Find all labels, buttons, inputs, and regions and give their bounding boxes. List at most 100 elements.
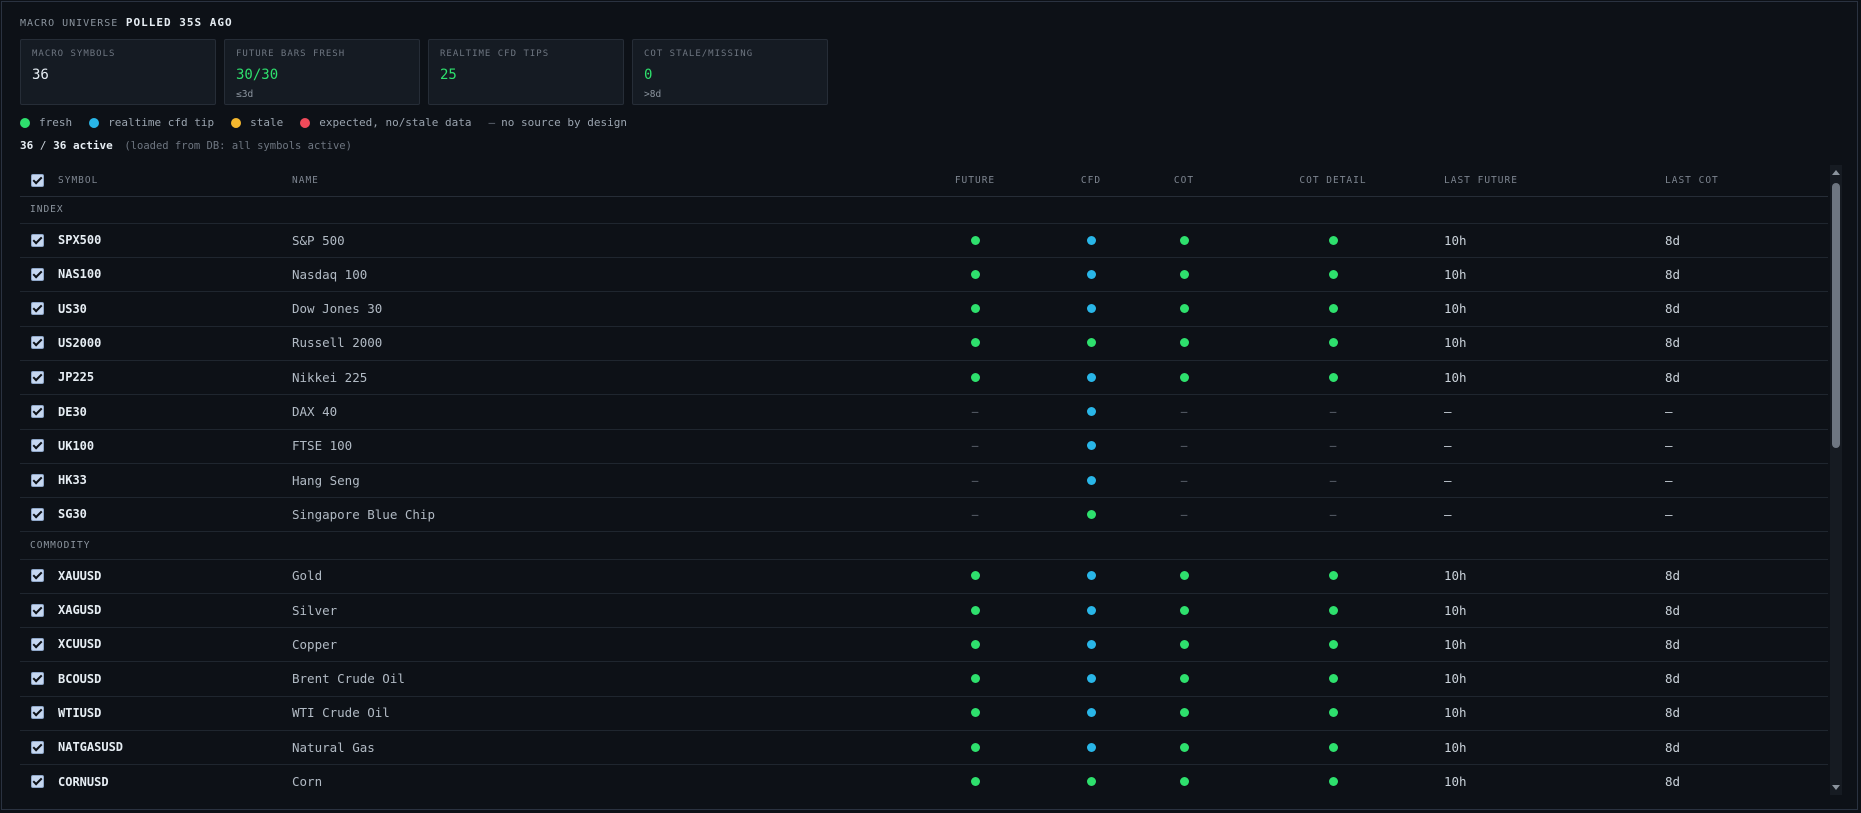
column-header[interactable]: LAST FUTURE	[1444, 165, 1644, 196]
row-checkbox[interactable]	[31, 395, 47, 429]
table-row[interactable]: NATGASUSD Natural Gas 10h 8d	[20, 730, 1828, 766]
no-source-dash-icon: —	[1180, 439, 1188, 453]
table-row[interactable]: HK33 Hang Seng — — — — —	[20, 463, 1828, 499]
name-cell: WTI Crude Oil	[292, 705, 390, 721]
column-header[interactable]: LAST COT	[1665, 165, 1825, 196]
scrollbar-thumb[interactable]	[1832, 183, 1840, 448]
table-row[interactable]: JP225 Nikkei 225 10h 8d	[20, 360, 1828, 396]
checkbox-checked-icon	[31, 672, 44, 686]
future-status-cell	[955, 593, 995, 627]
active-number: 36	[20, 139, 34, 152]
cfd-status-cell	[1071, 223, 1111, 257]
row-checkbox[interactable]	[31, 627, 47, 661]
name-cell: Nasdaq 100	[292, 266, 368, 282]
table-row[interactable]: NAS100 Nasdaq 100 10h 8d	[20, 257, 1828, 293]
cfd-status-dot-icon	[1086, 475, 1096, 485]
column-header[interactable]: COT DETAIL	[1253, 165, 1413, 196]
column-header[interactable]: NAME	[292, 165, 592, 196]
fresh-status-dot-icon	[1179, 269, 1189, 279]
cot-detail-status-cell	[1313, 696, 1353, 730]
name-cell: Gold	[292, 568, 323, 584]
checkbox-checked-icon	[31, 439, 44, 453]
fresh-status-dot-icon	[1328, 639, 1338, 649]
name-cell: Brent Crude Oil	[292, 671, 405, 687]
legend-item-missing: expected, no/stale data	[300, 116, 472, 129]
name-cell: Singapore Blue Chip	[292, 506, 435, 522]
row-checkbox[interactable]	[31, 662, 47, 696]
cot-status-cell	[1164, 257, 1204, 291]
checkbox-checked-icon	[31, 174, 44, 187]
table-row[interactable]: US30 Dow Jones 30 10h 8d	[20, 292, 1828, 327]
fresh-status-dot-icon	[1179, 742, 1189, 752]
table-row[interactable]: CORNUSD Corn 10h 8d	[20, 765, 1828, 796]
table-row[interactable]: UK100 FTSE 100 — — — — —	[20, 429, 1828, 464]
cot-status-cell	[1164, 765, 1204, 796]
total-number: 36	[53, 139, 67, 152]
column-header[interactable]: FUTURE	[915, 165, 1035, 196]
row-checkbox[interactable]	[31, 497, 47, 531]
row-checkbox[interactable]	[31, 429, 47, 463]
row-checkbox[interactable]	[31, 292, 47, 326]
card-value: 25	[440, 67, 457, 83]
cot-status-cell: —	[1164, 497, 1204, 531]
table-row[interactable]: SPX500 S&P 500 10h 8d	[20, 223, 1828, 258]
cot-detail-status-cell	[1313, 326, 1353, 360]
card-cot-stale-missing: COT STALE/MISSING 0 >8d	[632, 39, 828, 105]
fresh-status-dot-icon	[1328, 674, 1338, 684]
last-future-cell: —	[1444, 404, 1452, 419]
checkbox-checked-icon	[31, 405, 44, 418]
fresh-status-dot-icon	[1328, 304, 1338, 314]
row-checkbox[interactable]	[31, 257, 47, 291]
name-cell: Russell 2000	[292, 335, 383, 351]
checkbox-checked-icon	[31, 569, 44, 583]
table-row[interactable]: XAGUSD Silver 10h 8d	[20, 593, 1828, 628]
row-checkbox[interactable]	[31, 593, 47, 627]
fresh-status-dot-icon	[970, 639, 980, 649]
last-future-cell: 10h	[1444, 266, 1467, 282]
table-row[interactable]: XAUUSD Gold 10h 8d	[20, 559, 1828, 594]
table-row[interactable]: US2000 Russell 2000 10h 8d	[20, 326, 1828, 361]
cot-detail-status-cell	[1313, 223, 1353, 257]
legend-label: fresh	[39, 116, 73, 129]
fresh-status-dot-icon	[1328, 742, 1338, 752]
name-cell: Hang Seng	[292, 472, 360, 488]
row-checkbox[interactable]	[31, 463, 47, 497]
future-status-cell	[955, 662, 995, 696]
last-cot-cell: 8d	[1665, 568, 1681, 584]
symbols-table: SYMBOL NAME FUTURE CFD COT COT DETAIL LAST FUT…	[20, 165, 1828, 795]
no-source-dash-icon: —	[971, 405, 979, 418]
fresh-status-dot-icon	[1179, 338, 1189, 348]
table-row[interactable]: WTIUSD WTI Crude Oil 10h 8d	[20, 696, 1828, 731]
legend-item-stale: stale	[231, 116, 283, 129]
last-future-cell: 10h	[1444, 774, 1467, 789]
future-status-cell	[955, 627, 995, 661]
row-checkbox[interactable]	[31, 326, 47, 360]
table-row[interactable]: BCOUSD Brent Crude Oil 10h 8d	[20, 662, 1828, 697]
table-row[interactable]: XCUUSD Copper 10h 8d	[20, 627, 1828, 663]
cfd-status-cell	[1071, 559, 1111, 593]
column-header[interactable]: COT	[1134, 165, 1234, 196]
row-checkbox[interactable]	[31, 360, 47, 394]
column-header[interactable]: CFD	[1041, 165, 1141, 196]
row-checkbox[interactable]	[31, 730, 47, 764]
last-future-cell: 10h	[1444, 602, 1467, 618]
table-scrollbar[interactable]	[1830, 165, 1842, 795]
row-checkbox[interactable]	[31, 696, 47, 730]
column-header[interactable]: SYMBOL	[58, 165, 258, 196]
fresh-status-dot-icon	[1328, 777, 1338, 786]
scroll-up-icon[interactable]	[1832, 170, 1840, 175]
row-checkbox[interactable]	[31, 559, 47, 593]
fresh-status-dot-icon	[1179, 372, 1189, 382]
table-row[interactable]: DE30 DAX 40 — — — — —	[20, 395, 1828, 430]
row-checkbox[interactable]	[31, 223, 47, 257]
fresh-status-dot-icon	[1179, 639, 1189, 649]
table-row[interactable]: SG30 Singapore Blue Chip — — — — —	[20, 497, 1828, 533]
card-value: 30/30	[236, 67, 279, 83]
future-status-cell	[955, 765, 995, 796]
select-all-checkbox[interactable]	[31, 165, 47, 196]
scroll-down-icon[interactable]	[1832, 785, 1840, 790]
last-future-cell: 10h	[1444, 369, 1467, 385]
cfd-status-cell	[1071, 395, 1111, 429]
row-checkbox[interactable]	[31, 765, 47, 796]
symbol-cell: XCUUSD	[58, 637, 102, 652]
